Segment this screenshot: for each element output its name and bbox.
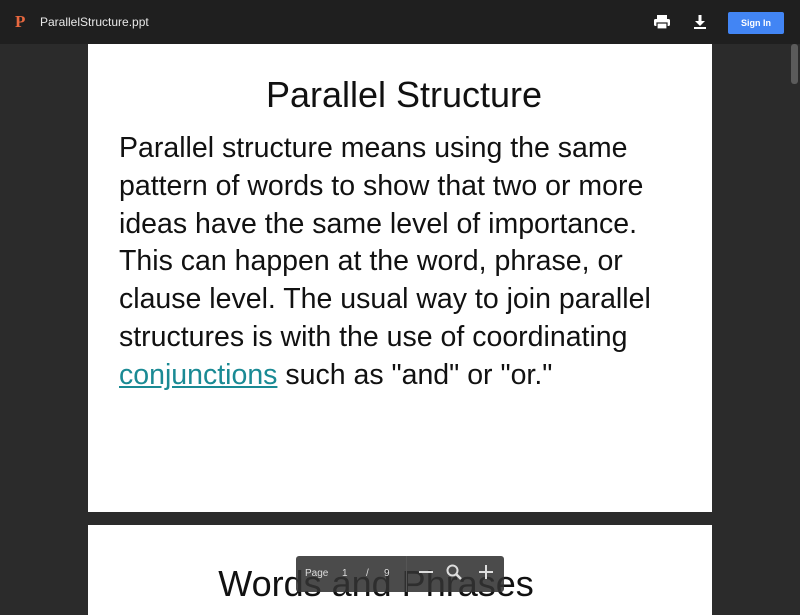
download-icon [694, 15, 706, 29]
slide-1: Parallel Structure Parallel structure me… [88, 44, 712, 512]
slide-body-text-end: such as "and" or "or." [277, 358, 553, 391]
zoom-fit-icon [446, 564, 462, 580]
zoom-in-button[interactable] [476, 562, 496, 582]
top-bar: P ParallelStructure.ppt Sign In [0, 0, 800, 44]
total-pages: 9 [384, 568, 390, 579]
download-button[interactable] [690, 12, 710, 32]
zoom-fit-button[interactable] [444, 562, 464, 582]
print-button[interactable] [652, 12, 672, 32]
app-logo: P [15, 12, 26, 31]
pager-divider [406, 556, 407, 592]
conjunctions-link[interactable]: conjunctions [119, 359, 277, 391]
page-separator: / [366, 568, 369, 579]
zoom-out-button[interactable] [416, 562, 436, 582]
scrollbar-track[interactable] [789, 44, 800, 600]
current-page-number[interactable]: 1 [342, 568, 348, 579]
sign-in-button[interactable]: Sign In [728, 12, 784, 34]
slide-title: Parallel Structure [265, 74, 543, 115]
file-name: ParallelStructure.ppt [40, 15, 149, 29]
print-icon [654, 15, 670, 30]
zoom-out-icon [419, 571, 433, 573]
zoom-in-icon [479, 565, 493, 579]
scrollbar-thumb[interactable] [791, 44, 798, 84]
page-controls: Page 1 / 9 [296, 556, 504, 592]
slide-body: Parallel structure means using the same … [119, 130, 679, 395]
slide-body-text: Parallel structure means using the same … [119, 132, 651, 353]
page-label: Page [305, 568, 329, 579]
